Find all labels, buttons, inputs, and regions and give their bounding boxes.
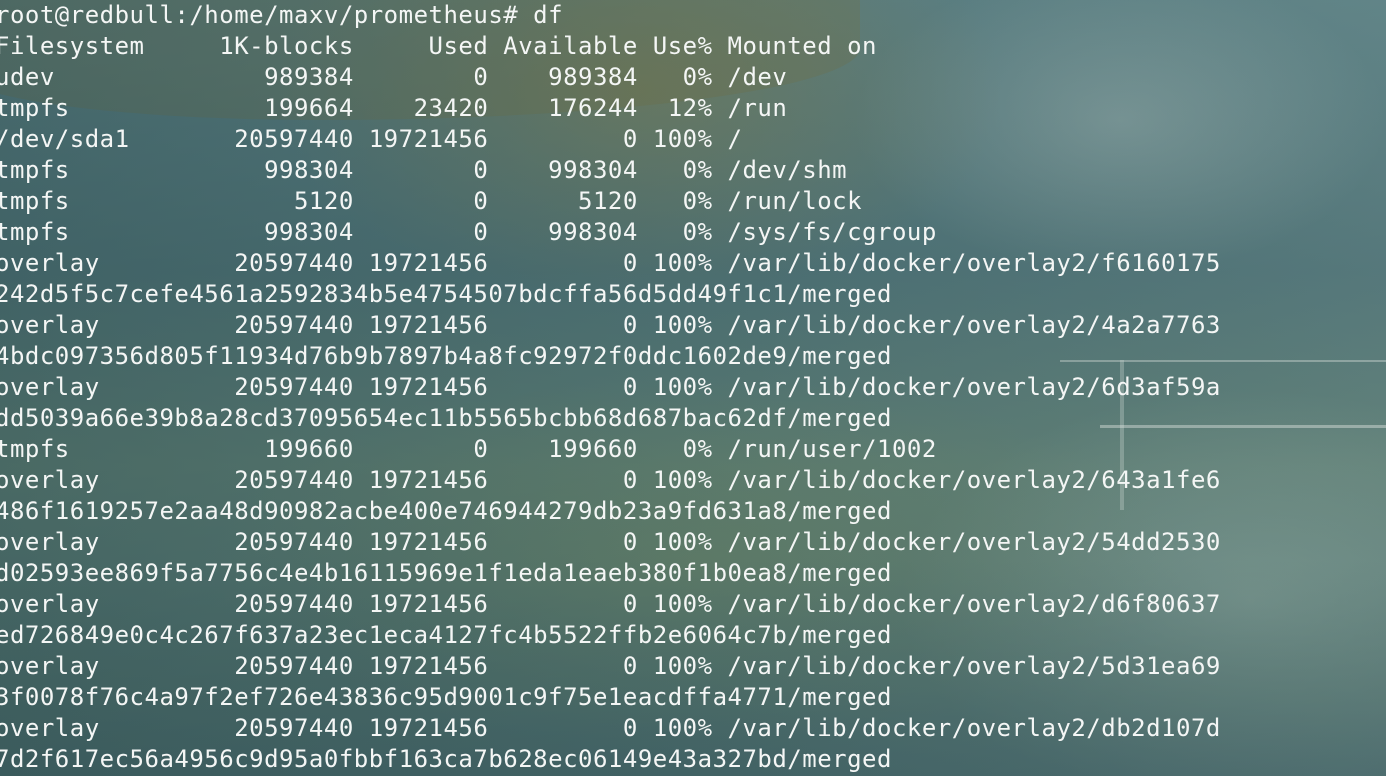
terminal-line: overlay 20597440 19721456 0 100% /var/li…	[0, 311, 1221, 339]
terminal-line: dd5039a66e39b8a28cd37095654ec11b5565bcbb…	[0, 404, 892, 432]
terminal-line: udev 989384 0 989384 0% /dev	[0, 63, 788, 91]
terminal-line: overlay 20597440 19721456 0 100% /var/li…	[0, 466, 1221, 494]
terminal-line: 7d2f617ec56a4956c9d95a0fbbf163ca7b628ec0…	[0, 745, 892, 773]
terminal-line: 242d5f5c7cefe4561a2592834b5e4754507bdcff…	[0, 280, 892, 308]
terminal-line: overlay 20597440 19721456 0 100% /var/li…	[0, 373, 1221, 401]
terminal-line: tmpfs 998304 0 998304 0% /sys/fs/cgroup	[0, 218, 937, 246]
terminal-line: overlay 20597440 19721456 0 100% /var/li…	[0, 528, 1221, 556]
terminal-line: tmpfs 5120 0 5120 0% /run/lock	[0, 187, 863, 215]
terminal-output[interactable]: root@redbull:/home/maxv/prometheus# df F…	[0, 0, 1386, 776]
terminal-line: overlay 20597440 19721456 0 100% /var/li…	[0, 652, 1221, 680]
terminal-line: 4bdc097356d805f11934d76b9b7897b4a8fc9297…	[0, 342, 892, 370]
terminal-line: d02593ee869f5a7756c4e4b16115969e1f1eda1e…	[0, 559, 892, 587]
terminal-line: tmpfs 998304 0 998304 0% /dev/shm	[0, 156, 848, 184]
terminal-line: 486f1619257e2aa48d90982acbe400e746944279…	[0, 497, 892, 525]
terminal-line: tmpfs 199660 0 199660 0% /run/user/1002	[0, 435, 937, 463]
terminal-line-header: Filesystem 1K-blocks Used Available Use%…	[0, 32, 878, 60]
terminal-line: ed726849e0c4c267f637a23ec1eca4127fc4b552…	[0, 621, 892, 649]
terminal-line-prompt: root@redbull:/home/maxv/prometheus# df	[0, 1, 564, 29]
terminal-line: /dev/sda1 20597440 19721456 0 100% /	[0, 125, 743, 153]
terminal-line: overlay 20597440 19721456 0 100% /var/li…	[0, 714, 1221, 742]
terminal-line: overlay 20597440 19721456 0 100% /var/li…	[0, 249, 1221, 277]
terminal-line: 3f0078f76c4a97f2ef726e43836c95d9001c9f75…	[0, 683, 892, 711]
terminal-line: overlay 20597440 19721456 0 100% /var/li…	[0, 590, 1221, 618]
terminal-line: tmpfs 199664 23420 176244 12% /run	[0, 94, 788, 122]
